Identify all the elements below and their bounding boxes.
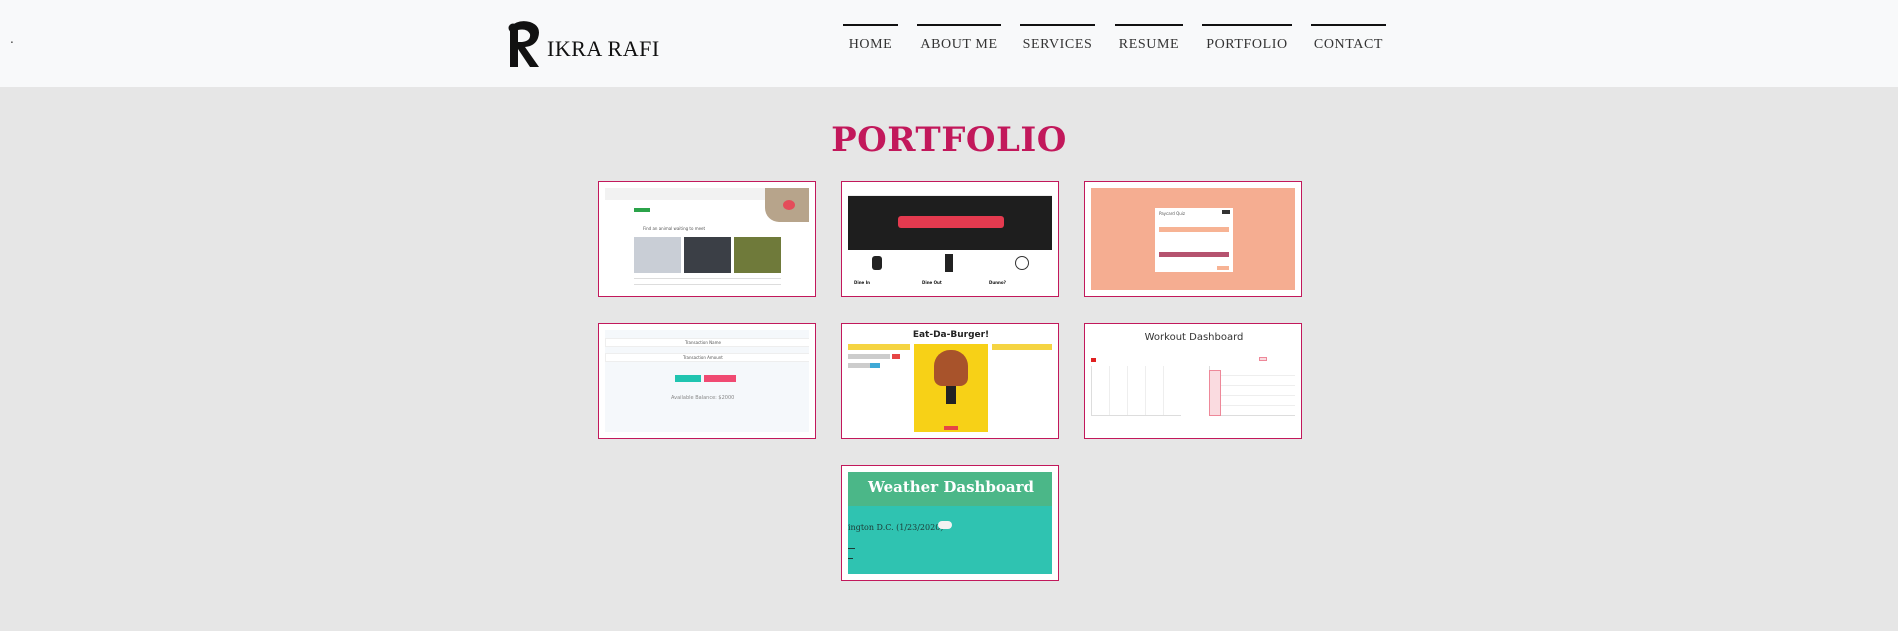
brand-initial-logo-icon (508, 21, 539, 68)
portfolio-card-food-app[interactable]: Dine In Dine Out Dunno? (841, 181, 1059, 297)
project-thumbnail: Dine In Dine Out Dunno? (848, 188, 1052, 290)
portfolio-card-weather-dashboard[interactable]: Weather Dashboard ington D.C. (1/23/2020… (841, 465, 1059, 581)
project-thumbnail: Find an animal waiting to meet (605, 188, 809, 290)
project-thumbnail: Weather Dashboard ington D.C. (1/23/2020… (848, 472, 1052, 574)
project-thumbnail: Eat-Da-Burger! (848, 330, 1052, 432)
portfolio-card-budget-tracker[interactable]: Transaction Name Transaction Amount Avai… (598, 323, 816, 439)
portfolio-card-pet-adoption[interactable]: Find an animal waiting to meet (598, 181, 816, 297)
portfolio-card-eat-da-burger[interactable]: Eat-Da-Burger! (841, 323, 1059, 439)
project-thumbnail: Paycard Quiz (1091, 188, 1295, 290)
nav-services[interactable]: SERVICES (1020, 24, 1095, 64)
portfolio-card-quiz[interactable]: Paycard Quiz (1084, 181, 1302, 297)
project-thumbnail: Transaction Name Transaction Amount Avai… (605, 330, 809, 432)
brand-name: IKRA RAFI (547, 36, 660, 61)
portfolio-card-workout-dashboard[interactable]: Workout Dashboard (1084, 323, 1302, 439)
top-navbar: . IKRA RAFI HOME ABOUT ME SERVICES RESUM… (0, 0, 1898, 87)
brand-logo[interactable]: IKRA RAFI (506, 18, 660, 70)
page-title: PORTFOLIO (831, 120, 1067, 160)
stray-dot: . (10, 32, 14, 46)
nav-portfolio[interactable]: PORTFOLIO (1202, 24, 1292, 64)
nav-resume[interactable]: RESUME (1115, 24, 1183, 64)
nav-home[interactable]: HOME (843, 24, 898, 64)
project-thumbnail: Workout Dashboard (1091, 330, 1295, 432)
nav-about-me[interactable]: ABOUT ME (917, 24, 1001, 64)
nav-contact[interactable]: CONTACT (1311, 24, 1386, 64)
